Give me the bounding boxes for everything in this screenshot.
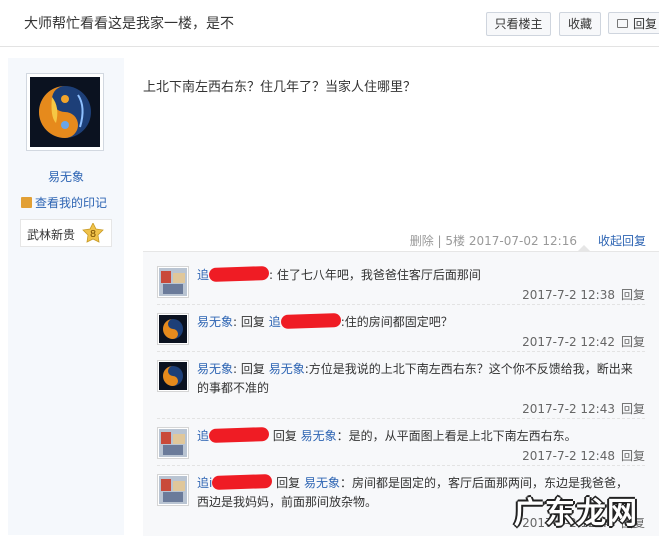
comment-user[interactable]: 追	[197, 268, 209, 282]
comment-text: 追: 住了七八年吧，我爸爸住客厅后面那间	[197, 265, 637, 285]
reply-button[interactable]: 回复	[608, 12, 659, 34]
post-content: 上北下南左西右东？住几年了？当家人住哪里？	[143, 80, 417, 95]
collapse-replies-link[interactable]: 收起回复	[598, 232, 646, 249]
only-owner-button[interactable]: 只看楼主	[486, 12, 551, 36]
comment-avatar[interactable]	[157, 474, 189, 506]
comment-avatar[interactable]	[157, 266, 189, 298]
comment-meta: 2017-7-2 12:48 回复	[522, 447, 645, 464]
divider	[157, 304, 645, 305]
comment-time: 2017-7-2 12:38	[522, 288, 615, 302]
comment-text: 易无象: 回复 追:住的房间都固定吧？	[197, 312, 637, 332]
rank-level: 8	[90, 229, 96, 240]
watermark: 广东龙网	[514, 496, 638, 531]
rank-title: 武林新贵	[27, 228, 76, 242]
view-mark-link[interactable]: 查看我的印记	[21, 194, 107, 211]
author-panel: 易无象 查看我的印记 武林新贵 8	[8, 58, 124, 535]
redaction-mark	[280, 312, 341, 330]
divider	[157, 351, 645, 352]
reply-target[interactable]: 追	[269, 315, 281, 329]
comment-meta: 2017-7-2 12:43 回复	[522, 400, 645, 417]
comment-time: 2017-7-2 12:42	[522, 335, 615, 349]
divider	[157, 465, 645, 466]
comment-time: 2017-7-2 12:48	[522, 449, 615, 463]
comment-avatar[interactable]	[157, 360, 189, 392]
book-icon	[21, 197, 32, 208]
comment-meta: 2017-7-2 12:38 回复	[522, 286, 645, 303]
reply-icon	[617, 19, 628, 28]
comment-avatar[interactable]	[157, 313, 189, 345]
comment-user[interactable]: 追i	[197, 476, 212, 490]
post-tail: 删除 | 5楼 2017-07-02 12:16	[409, 234, 577, 248]
author-name[interactable]: 易无象	[8, 168, 124, 185]
comment-time: 2017-7-2 12:43	[522, 402, 615, 416]
view-mark-label: 查看我的印记	[35, 196, 108, 210]
comment-user[interactable]: 易无象	[197, 362, 233, 376]
comment-reply-link[interactable]: 回复	[621, 288, 645, 302]
rank-box: 武林新贵 8	[20, 219, 112, 247]
reply-button-label: 回复	[633, 17, 658, 31]
thread-header: 大师帮忙看看这是我家一楼，是不 只看楼主 收藏 回复	[0, 0, 659, 47]
reply-target[interactable]: 易无象	[304, 476, 340, 490]
comment-user[interactable]: 易无象	[197, 315, 233, 329]
comment-reply-link[interactable]: 回复	[621, 449, 645, 463]
comment-reply-link[interactable]: 回复	[621, 335, 645, 349]
collect-button[interactable]: 收藏	[559, 12, 601, 36]
comment-reply-link[interactable]: 回复	[621, 402, 645, 416]
reply-target[interactable]: 易无象	[269, 362, 305, 376]
level-badge-icon: 8	[82, 222, 104, 246]
comment-text: 追 回复 易无象：是的，从平面图上看是上北下南左西右东。	[197, 426, 637, 446]
comment-avatar[interactable]	[157, 427, 189, 459]
redaction-mark	[208, 265, 270, 283]
comment-text: 易无象: 回复 易无象:方位是我说的上北下南左西右东？这个你不反馈给我，断出来的…	[197, 362, 633, 395]
redaction-mark	[208, 426, 270, 444]
comment-meta: 2017-7-2 12:42 回复	[522, 333, 645, 350]
author-avatar[interactable]	[26, 73, 104, 151]
divider	[157, 418, 645, 419]
thread-title: 大师帮忙看看这是我家一楼，是不	[24, 16, 234, 32]
reply-target[interactable]: 易无象	[301, 429, 337, 443]
redaction-mark	[212, 473, 273, 491]
avatar-image	[30, 77, 100, 147]
comment-user[interactable]: 追	[197, 429, 209, 443]
